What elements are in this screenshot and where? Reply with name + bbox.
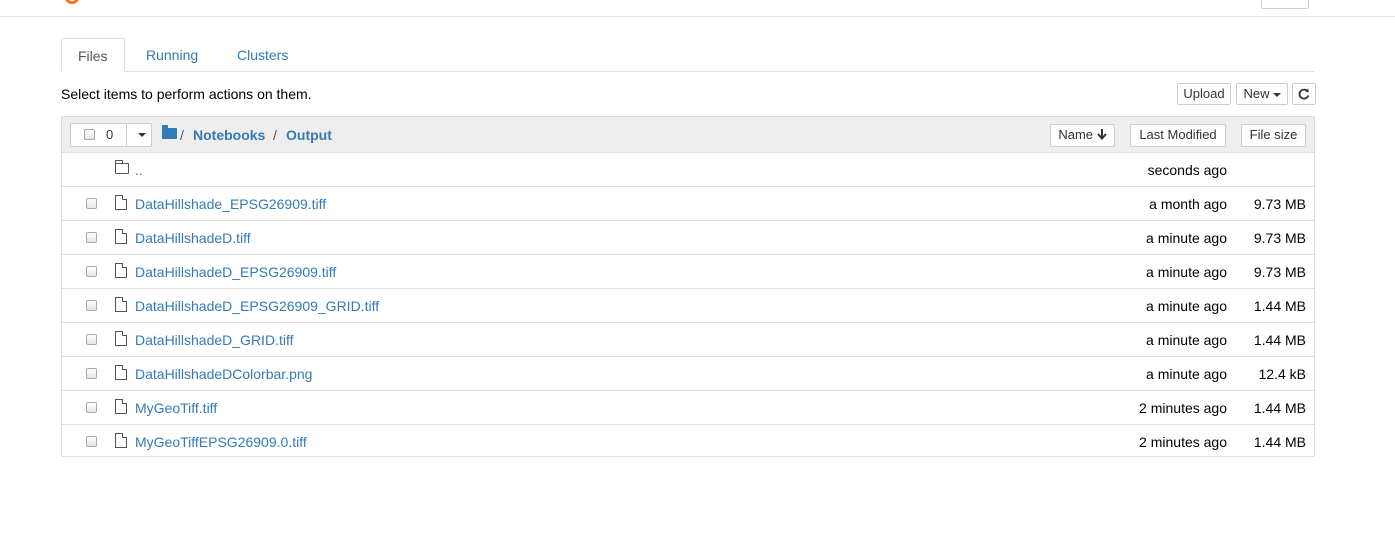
file-icon <box>115 297 127 312</box>
new-label: New <box>1243 86 1270 101</box>
file-modified: a month ago <box>1149 196 1227 212</box>
row-checkbox[interactable] <box>86 232 97 243</box>
sort-name-label: Name <box>1058 127 1094 142</box>
parent-directory-row[interactable]: .. seconds ago <box>62 153 1314 187</box>
select-all-checkbox[interactable] <box>84 129 95 140</box>
file-size: 1.44 MB <box>1253 400 1306 416</box>
top-header <box>0 0 1395 17</box>
tab-running[interactable]: Running <box>130 38 214 71</box>
file-size: 9.73 MB <box>1253 264 1306 280</box>
file-size: 1.44 MB <box>1253 332 1306 348</box>
file-icon <box>115 433 127 448</box>
file-name-link[interactable]: MyGeoTiff.tiff <box>135 400 217 416</box>
file-modified: a minute ago <box>1146 230 1227 246</box>
refresh-button[interactable] <box>1292 83 1316 105</box>
file-size: 9.73 MB <box>1253 230 1306 246</box>
file-size: 1.44 MB <box>1253 298 1306 314</box>
file-size: 1.44 MB <box>1253 434 1306 450</box>
file-modified: a minute ago <box>1146 366 1227 382</box>
parent-directory-link[interactable]: .. <box>135 162 143 178</box>
file-row[interactable]: MyGeoTiff.tiff 2 minutes ago 1.44 MB <box>62 391 1314 425</box>
sort-file-size-button[interactable]: File size <box>1241 124 1306 147</box>
selection-hint: Select items to perform actions on them. <box>61 86 312 102</box>
file-row[interactable]: DataHillshadeD_GRID.tiff a minute ago 1.… <box>62 323 1314 357</box>
selected-count: 0 <box>106 127 114 142</box>
breadcrumb-notebooks[interactable]: Notebooks <box>193 127 265 143</box>
tab-clusters[interactable]: Clusters <box>221 38 304 71</box>
breadcrumb-output[interactable]: Output <box>286 127 332 143</box>
row-checkbox[interactable] <box>86 402 97 413</box>
file-name-link[interactable]: DataHillshadeDColorbar.png <box>135 366 312 382</box>
file-row[interactable]: MyGeoTiffEPSG26909.0.tiff 2 minutes ago … <box>62 425 1314 456</box>
file-name-link[interactable]: DataHillshadeD.tiff <box>135 230 251 246</box>
folder-icon <box>115 160 129 174</box>
row-checkbox[interactable] <box>86 334 97 345</box>
file-row[interactable]: DataHillshadeDColorbar.png a minute ago … <box>62 357 1314 391</box>
file-icon <box>115 263 127 278</box>
breadcrumb-separator: / <box>180 127 184 143</box>
breadcrumb-separator: / <box>273 127 277 143</box>
file-size: 12.4 kB <box>1258 366 1306 382</box>
jupyter-logo-icon[interactable] <box>65 0 79 4</box>
file-icon <box>115 365 127 380</box>
file-list: 0 / Notebooks / Output Name Last Modifie… <box>61 116 1315 457</box>
divider <box>126 124 127 146</box>
file-name-link[interactable]: DataHillshadeD_EPSG26909_GRID.tiff <box>135 298 379 314</box>
file-row[interactable]: DataHillshadeD.tiff a minute ago 9.73 MB <box>62 221 1314 255</box>
new-dropdown-button[interactable]: New <box>1236 83 1288 105</box>
file-name-link[interactable]: DataHillshadeD_GRID.tiff <box>135 332 293 348</box>
file-icon <box>115 195 127 210</box>
file-list-header: 0 / Notebooks / Output Name Last Modifie… <box>62 117 1314 153</box>
file-modified: 2 minutes ago <box>1139 434 1227 450</box>
file-name-link[interactable]: DataHillshade_EPSG26909.tiff <box>135 196 326 212</box>
file-modified: 2 minutes ago <box>1139 400 1227 416</box>
chevron-down-icon <box>1272 92 1281 97</box>
file-size: 9.73 MB <box>1253 196 1306 212</box>
chevron-down-icon[interactable] <box>138 133 146 137</box>
row-checkbox[interactable] <box>86 300 97 311</box>
arrow-down-icon <box>1096 129 1107 141</box>
sort-last-modified-button[interactable]: Last Modified <box>1130 124 1226 147</box>
row-checkbox[interactable] <box>86 198 97 209</box>
file-icon <box>115 331 127 346</box>
file-modified: a minute ago <box>1146 332 1227 348</box>
file-row[interactable]: DataHillshade_EPSG26909.tiff a month ago… <box>62 187 1314 221</box>
select-all-group[interactable]: 0 <box>70 123 152 147</box>
upload-button[interactable]: Upload <box>1177 83 1231 105</box>
row-checkbox[interactable] <box>86 368 97 379</box>
file-modified: a minute ago <box>1146 298 1227 314</box>
logout-button[interactable] <box>1261 0 1309 9</box>
file-name-link[interactable]: DataHillshadeD_EPSG26909.tiff <box>135 264 336 280</box>
file-row[interactable]: DataHillshadeD_EPSG26909.tiff a minute a… <box>62 255 1314 289</box>
file-icon <box>115 399 127 414</box>
tab-files[interactable]: Files <box>61 38 125 72</box>
file-name-link[interactable]: MyGeoTiffEPSG26909.0.tiff <box>135 434 307 450</box>
tab-bar: Files Running Clusters <box>61 38 1314 72</box>
row-checkbox[interactable] <box>86 436 97 447</box>
file-modified: a minute ago <box>1146 264 1227 280</box>
refresh-icon <box>1298 88 1310 100</box>
file-modified: seconds ago <box>1147 162 1227 178</box>
sort-name-button[interactable]: Name <box>1050 124 1115 147</box>
file-row[interactable]: DataHillshadeD_EPSG26909_GRID.tiff a min… <box>62 289 1314 323</box>
file-icon <box>115 229 127 244</box>
row-checkbox[interactable] <box>86 266 97 277</box>
folder-icon[interactable] <box>162 125 177 139</box>
